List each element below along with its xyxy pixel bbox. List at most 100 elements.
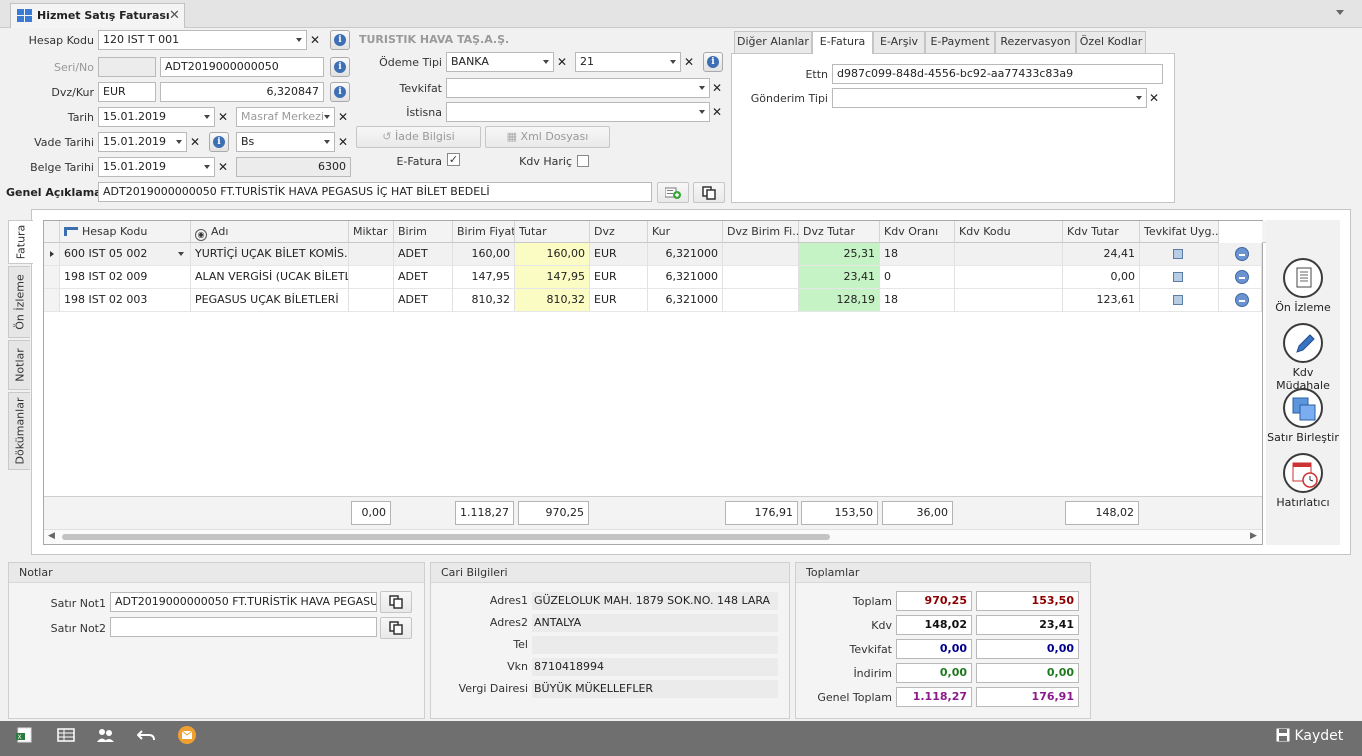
vtab-2[interactable]: Notlar <box>8 340 30 390</box>
info-button[interactable]: i <box>209 132 229 152</box>
xml-dosyasi-button[interactable]: ▦ Xml Dosyası <box>485 126 610 148</box>
vade-tarihi-input[interactable]: 15.01.2019 <box>98 132 187 152</box>
col-header[interactable]: Kdv Tutar <box>1063 221 1140 243</box>
tarih-input[interactable]: 15.01.2019 <box>98 107 215 127</box>
table-cell[interactable]: 23,41 <box>799 266 880 289</box>
vtab-0[interactable]: Fatura <box>8 220 33 264</box>
chevron-down-icon[interactable] <box>204 115 210 119</box>
table-cell[interactable]: 128,19 <box>799 289 880 312</box>
copy-button[interactable] <box>380 617 412 639</box>
table-cell[interactable]: 25,31 <box>799 243 880 266</box>
chevron-down-icon[interactable] <box>699 110 705 114</box>
close-icon[interactable]: ✕ <box>169 8 180 23</box>
table-cell[interactable]: 147,95 <box>515 266 590 289</box>
clear-icon[interactable]: ✕ <box>189 132 201 152</box>
table-cell[interactable]: 18 <box>880 243 955 266</box>
col-header[interactable]: Hesap Kodu <box>60 221 191 243</box>
chevron-down-icon[interactable] <box>543 60 549 64</box>
table-cell[interactable]: ADET <box>394 243 453 266</box>
table-cell[interactable]: 810,32 <box>515 289 590 312</box>
chevron-down-icon[interactable] <box>176 140 182 144</box>
no-input[interactable]: ADT2019000000050 <box>160 57 324 77</box>
clear-icon[interactable]: ✕ <box>217 107 229 127</box>
col-header[interactable]: Birim <box>394 221 453 243</box>
gonderim-tipi-input[interactable] <box>832 88 1147 108</box>
col-header[interactable]: Kdv Oranı <box>880 221 955 243</box>
efatura-checkbox[interactable]: ✓ <box>447 153 460 166</box>
copy-button[interactable] <box>380 591 412 613</box>
table-cell[interactable] <box>723 266 799 289</box>
tevkifat-checkbox[interactable] <box>1173 295 1183 305</box>
tab-e-ar-iv[interactable]: E-Arşiv <box>873 31 925 53</box>
tab-di-er-alanlar[interactable]: Diğer Alanlar <box>734 31 812 53</box>
chevron-down-icon[interactable] <box>296 38 302 42</box>
table-cell[interactable]: EUR <box>590 243 648 266</box>
satir-birlestir-button[interactable]: Satır Birleştir <box>1266 388 1340 444</box>
info-button[interactable]: i <box>330 82 350 102</box>
table-cell[interactable]: PEGASUS UÇAK BİLETLERİ <box>191 289 349 312</box>
col-header[interactable]: Kdv Kodu <box>955 221 1063 243</box>
table-cell[interactable]: 0 <box>880 266 955 289</box>
undo-icon[interactable] <box>137 727 157 743</box>
tevkifat-input[interactable] <box>446 78 710 98</box>
table-cell[interactable]: ADET <box>394 266 453 289</box>
table-cell[interactable]: EUR <box>590 266 648 289</box>
vtab-1[interactable]: Ön İzleme <box>8 266 30 338</box>
vtab-3[interactable]: Dökümanlar <box>8 392 30 470</box>
genel-aciklama-input[interactable]: ADT2019000000050 FT.TURİSTİK HAVA PEGASU… <box>98 182 652 202</box>
scrollbar-thumb[interactable] <box>62 534 830 540</box>
clear-icon[interactable]: ✕ <box>337 107 349 127</box>
info-button[interactable]: i <box>330 57 350 77</box>
clear-icon[interactable]: ✕ <box>337 132 349 152</box>
chevron-down-icon[interactable] <box>1136 96 1142 100</box>
table-cell[interactable]: 24,41 <box>1063 243 1140 266</box>
table-cell[interactable] <box>955 243 1063 266</box>
chevron-down-icon[interactable] <box>1336 10 1344 15</box>
odeme-code-input[interactable]: 21 <box>575 52 681 72</box>
row-indicator[interactable] <box>44 289 60 312</box>
clear-icon[interactable]: ✕ <box>556 52 568 72</box>
horizontal-scrollbar[interactable]: ◀ ▶ <box>44 529 1262 544</box>
kaydet-button[interactable]: Kaydet <box>1276 725 1346 747</box>
tab-rezervasyon[interactable]: Rezervasyon <box>995 31 1076 53</box>
col-header[interactable]: Miktar <box>349 221 394 243</box>
clear-icon[interactable]: ✕ <box>711 102 723 122</box>
row-indicator[interactable] <box>44 243 60 266</box>
col-header[interactable]: Dvz Birim Fi... <box>723 221 799 243</box>
hatirlatici-button[interactable]: Hatırlatıcı <box>1266 453 1340 509</box>
clear-icon[interactable]: ✕ <box>683 52 695 72</box>
chevron-down-icon[interactable] <box>204 165 210 169</box>
kdv-haric-checkbox[interactable] <box>577 155 589 167</box>
table-cell[interactable] <box>955 266 1063 289</box>
remove-row-icon[interactable] <box>1235 270 1249 284</box>
table-cell[interactable]: 6,321000 <box>648 266 723 289</box>
tab-e-fatura[interactable]: E-Fatura <box>812 31 873 54</box>
col-header[interactable]: ◉ Adı <box>191 221 349 243</box>
kdv-mudahale-button[interactable]: Kdv Müdahale <box>1266 323 1340 392</box>
iade-bilgisi-button[interactable]: ↺ İade Bilgisi <box>356 126 481 148</box>
clear-icon[interactable]: ✕ <box>217 157 229 177</box>
clear-icon[interactable]: ✕ <box>711 78 723 98</box>
users-icon[interactable] <box>96 727 116 743</box>
col-header[interactable]: Birim Fiyatı <box>453 221 515 243</box>
info-button[interactable]: i <box>703 52 723 72</box>
table-cell[interactable]: 600 IST 05 002 <box>60 243 191 266</box>
tevkifat-cell[interactable] <box>1140 243 1219 266</box>
col-header[interactable]: Kur <box>648 221 723 243</box>
clear-icon[interactable]: ✕ <box>1148 88 1160 108</box>
chevron-down-icon[interactable] <box>178 252 184 256</box>
grid-view-icon[interactable] <box>57 727 77 743</box>
table-cell[interactable]: 0,00 <box>1063 266 1140 289</box>
table-cell[interactable]: EUR <box>590 289 648 312</box>
table-cell[interactable]: 160,00 <box>453 243 515 266</box>
dvz-input[interactable]: EUR <box>98 82 156 102</box>
table-cell[interactable]: 6,321000 <box>648 243 723 266</box>
tevkifat-checkbox[interactable] <box>1173 272 1183 282</box>
chevron-down-icon[interactable] <box>699 86 705 90</box>
chevron-down-icon[interactable] <box>324 115 330 119</box>
table-cell[interactable] <box>723 243 799 266</box>
table-cell[interactable] <box>349 289 394 312</box>
ettn-input[interactable]: d987c099-848d-4556-bc92-aa77433c83a9 <box>832 64 1163 84</box>
satir-not2-input[interactable] <box>110 617 377 637</box>
table-cell[interactable] <box>349 243 394 266</box>
